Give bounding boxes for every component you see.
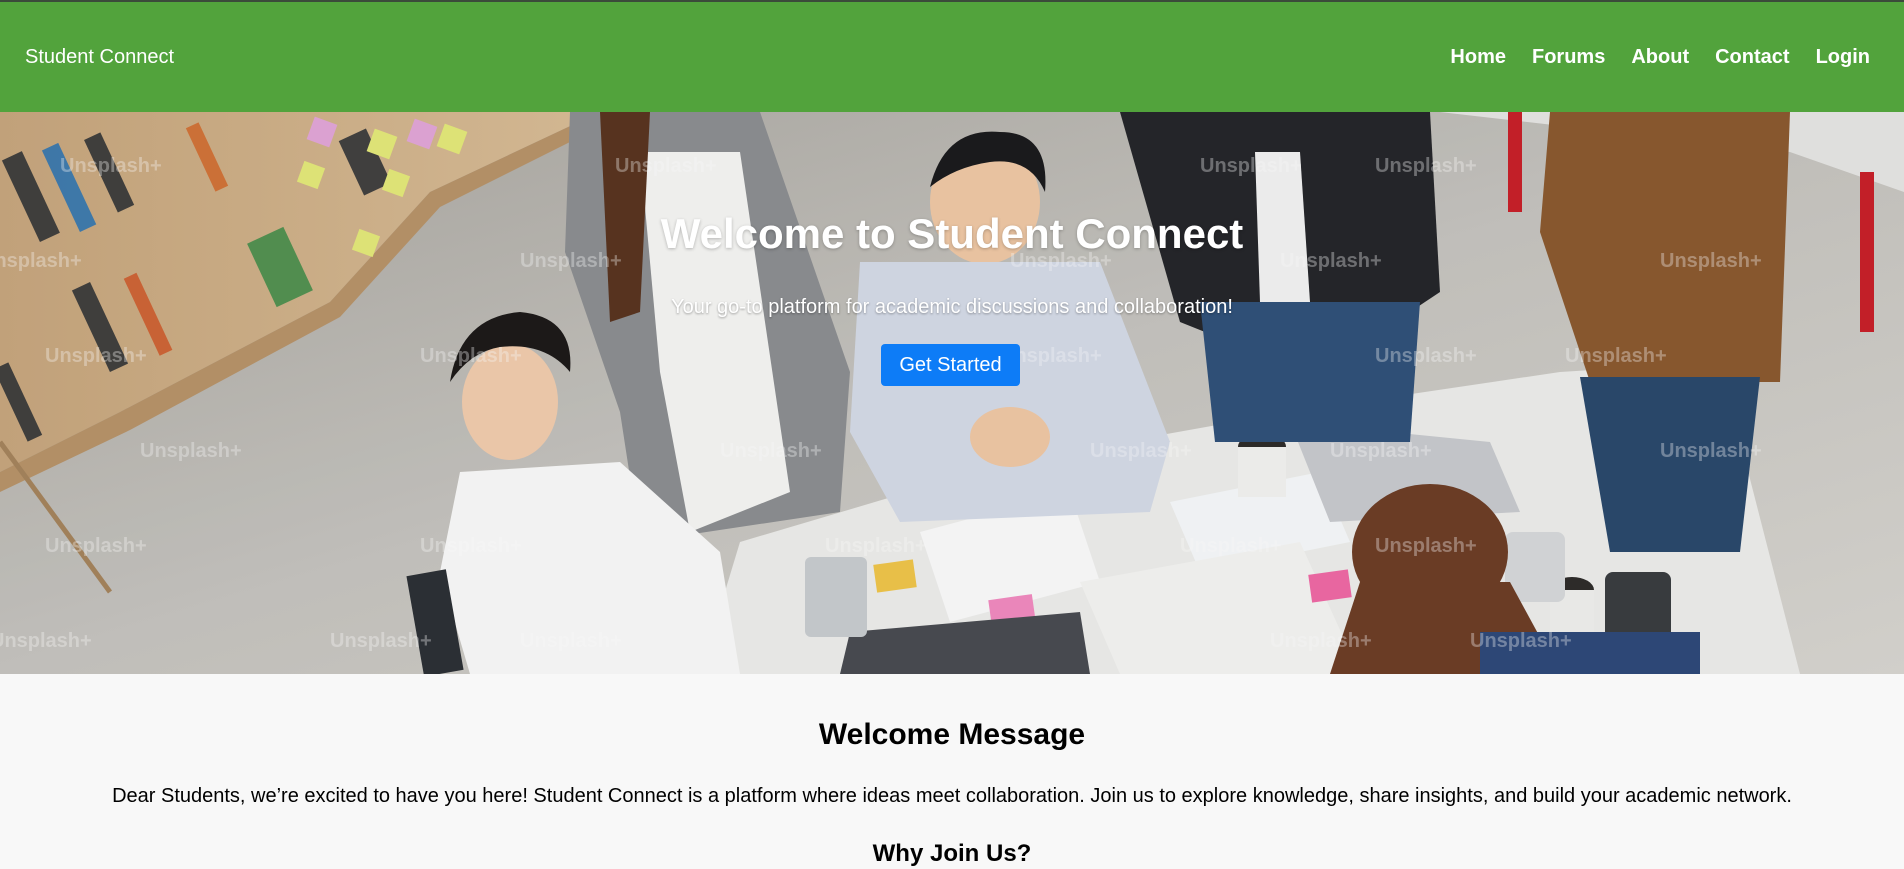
- nav-contact[interactable]: Contact: [1715, 46, 1789, 69]
- hero-title: Welcome to Student Connect: [660, 210, 1244, 257]
- nav-forums[interactable]: Forums: [1532, 46, 1605, 69]
- hero-overlay: [0, 112, 1904, 674]
- site-header: Student Connect Home Forums About Contac…: [0, 0, 1904, 112]
- welcome-heading: Welcome Message: [818, 718, 1086, 751]
- get-started-button[interactable]: Get Started: [881, 344, 1020, 386]
- hero-section: Unsplash+Unsplash+Unsplash+Unsplash+ Uns…: [0, 112, 1904, 674]
- nav-login[interactable]: Login: [1816, 46, 1870, 69]
- main-nav: Home Forums About Contact Login: [1450, 2, 1870, 112]
- hero-subtitle: Your go-to platform for academic discuss…: [671, 296, 1233, 318]
- nav-home[interactable]: Home: [1450, 46, 1506, 69]
- brand-link[interactable]: Student Connect: [25, 2, 174, 112]
- nav-about[interactable]: About: [1631, 46, 1689, 69]
- welcome-section: Welcome Message Dear Students, we’re exc…: [0, 674, 1904, 869]
- page: Student Connect Home Forums About Contac…: [0, 0, 1904, 869]
- welcome-message: Dear Students, we’re excited to have you…: [112, 785, 1792, 807]
- why-join-heading: Why Join Us?: [872, 840, 1032, 867]
